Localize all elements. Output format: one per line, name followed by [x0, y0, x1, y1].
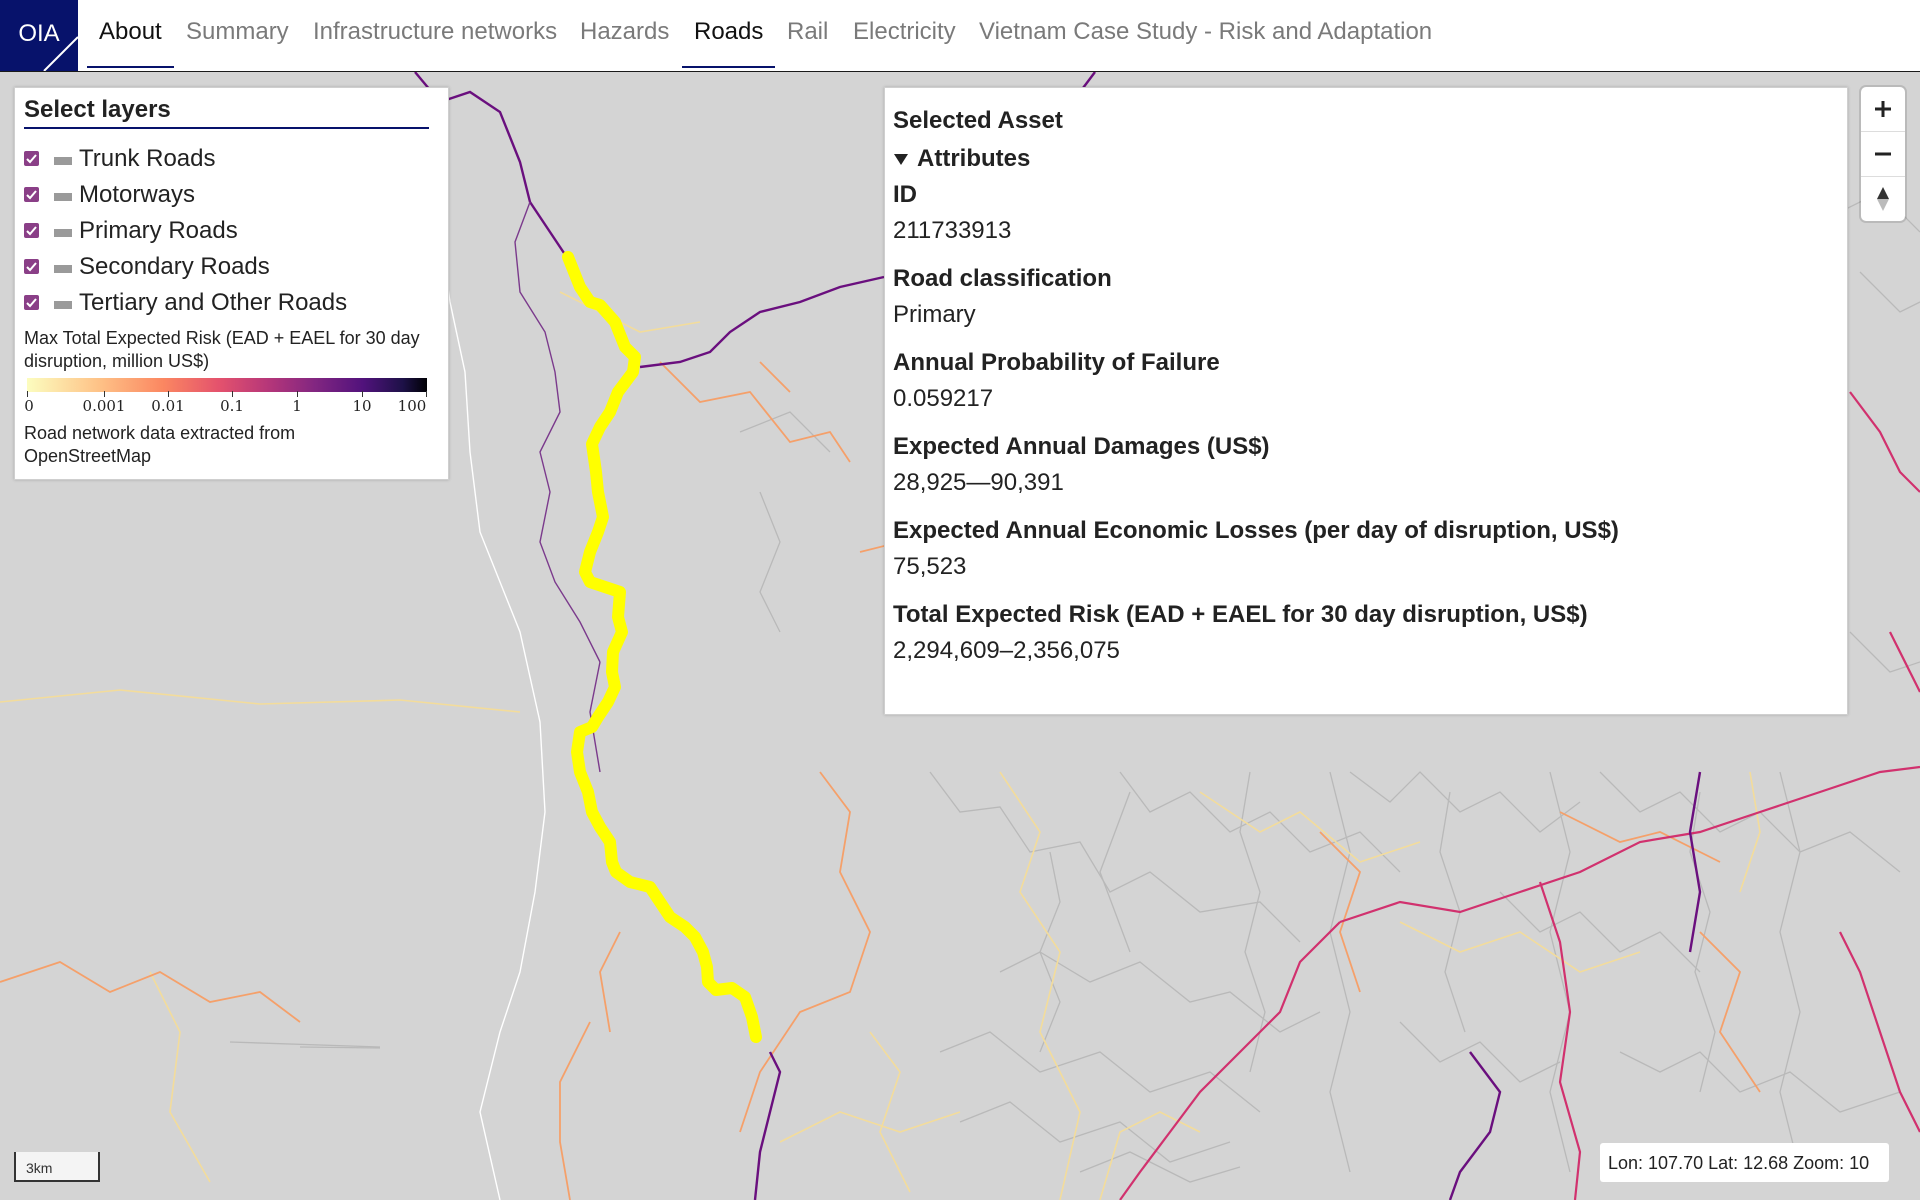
layer-label: Secondary Roads — [79, 253, 270, 280]
select-layers-panel: Select layers Trunk Roads Motorways Prim… — [14, 87, 449, 480]
legend-tick-label: 0.1 — [220, 397, 244, 415]
zoom-in-button[interactable] — [1861, 87, 1905, 131]
field-label-id: ID — [893, 181, 917, 208]
field-label-total-expected-risk: Total Expected Risk (EAD + EAEL for 30 d… — [893, 601, 1588, 628]
layer-label: Trunk Roads — [79, 145, 216, 172]
field-label-expected-annual-economic-losses: Expected Annual Economic Losses (per day… — [893, 517, 1619, 544]
layer-swatch — [54, 193, 72, 201]
oia-logo[interactable]: OIA — [0, 0, 78, 71]
layer-checkbox-secondary-roads[interactable] — [24, 259, 39, 274]
zoom-out-button[interactable] — [1861, 132, 1905, 176]
checkmark-icon — [26, 262, 37, 272]
nav-link-summary[interactable]: Summary — [186, 18, 289, 66]
field-label-road-classification: Road classification — [893, 265, 1112, 292]
selected-asset-panel: Selected Asset Attributes ID 211733913 R… — [884, 87, 1848, 715]
layer-swatch — [54, 229, 72, 237]
legend-title: Max Total Expected Risk (EAD + EAEL for … — [24, 328, 420, 371]
coordinates-readout: Lon: 107.70 Lat: 12.68 Zoom: 10 — [1600, 1143, 1889, 1182]
legend-tick-label: 0 — [24, 397, 34, 415]
field-value-id: 211733913 — [893, 217, 1012, 244]
layer-swatch — [54, 301, 72, 309]
nav-link-vietnam-case-study[interactable]: Vietnam Case Study - Risk and Adaptation — [979, 18, 1432, 66]
coordinates-text: Lon: 107.70 Lat: 12.68 Zoom: 10 — [1608, 1153, 1870, 1173]
layer-label: Motorways — [79, 181, 196, 208]
legend-tick-label: 0.001 — [82, 397, 126, 415]
map-scale-bar: 3km — [14, 1152, 100, 1182]
checkmark-icon — [26, 190, 37, 200]
nav-link-roads[interactable]: Roads — [682, 18, 776, 68]
layer-swatch — [54, 265, 72, 273]
legend-tick-label: 10 — [352, 397, 372, 415]
data-source-note: Road network data extracted from OpenStr… — [24, 423, 296, 466]
checkmark-icon — [26, 154, 37, 164]
triangle-down-icon — [894, 154, 908, 165]
map-navigation-controls — [1861, 87, 1905, 221]
nav-link-infrastructure-networks[interactable]: Infrastructure networks — [313, 18, 557, 66]
layer-checkbox-primary-roads[interactable] — [24, 223, 39, 238]
reset-bearing-button[interactable] — [1861, 177, 1905, 221]
field-value-total-expected-risk: 2,294,609–2,356,075 — [893, 637, 1120, 664]
field-value-expected-annual-damages: 28,925—90,391 — [893, 469, 1064, 496]
field-label-probability-of-failure: Annual Probability of Failure — [893, 349, 1220, 376]
layer-checkbox-tertiary-roads[interactable] — [24, 295, 39, 310]
layer-checkbox-motorways[interactable] — [24, 187, 39, 202]
layer-checkbox-trunk-roads[interactable] — [24, 151, 39, 166]
field-value-road-classification: Primary — [893, 301, 976, 328]
layers-title-divider — [24, 127, 429, 129]
attributes-toggle[interactable]: Attributes — [893, 145, 1030, 173]
checkmark-icon — [26, 298, 37, 308]
zoom-out-icon — [1875, 152, 1891, 156]
nav-link-hazards[interactable]: Hazards — [580, 18, 669, 66]
scale-label: 3km — [26, 1160, 53, 1176]
legend-color-ramp — [27, 378, 427, 392]
field-value-probability-of-failure: 0.059217 — [893, 385, 994, 412]
logo-text: OIA — [18, 20, 60, 47]
attributes-label: Attributes — [917, 145, 1031, 172]
zoom-in-icon — [1875, 101, 1891, 117]
legend-tick-label: 100 — [397, 397, 427, 415]
layer-label: Tertiary and Other Roads — [79, 289, 348, 316]
legend-tick-label: 1 — [292, 397, 302, 415]
nav-link-about[interactable]: About — [87, 18, 174, 68]
layers-panel-title: Select layers — [24, 96, 171, 123]
field-value-expected-annual-economic-losses: 75,523 — [893, 553, 967, 580]
nav-link-electricity[interactable]: Electricity — [853, 18, 956, 66]
layer-label: Primary Roads — [79, 217, 238, 244]
compass-icon — [1877, 187, 1889, 211]
checkmark-icon — [26, 226, 37, 236]
top-navbar: OIA About Summary Infrastructure network… — [0, 0, 1920, 72]
field-label-expected-annual-damages: Expected Annual Damages (US$) — [893, 433, 1270, 460]
legend-tick-label: 0.01 — [151, 397, 185, 415]
selected-asset-heading: Selected Asset — [893, 107, 1063, 134]
layer-swatch — [54, 157, 72, 165]
nav-link-rail[interactable]: Rail — [787, 18, 828, 66]
